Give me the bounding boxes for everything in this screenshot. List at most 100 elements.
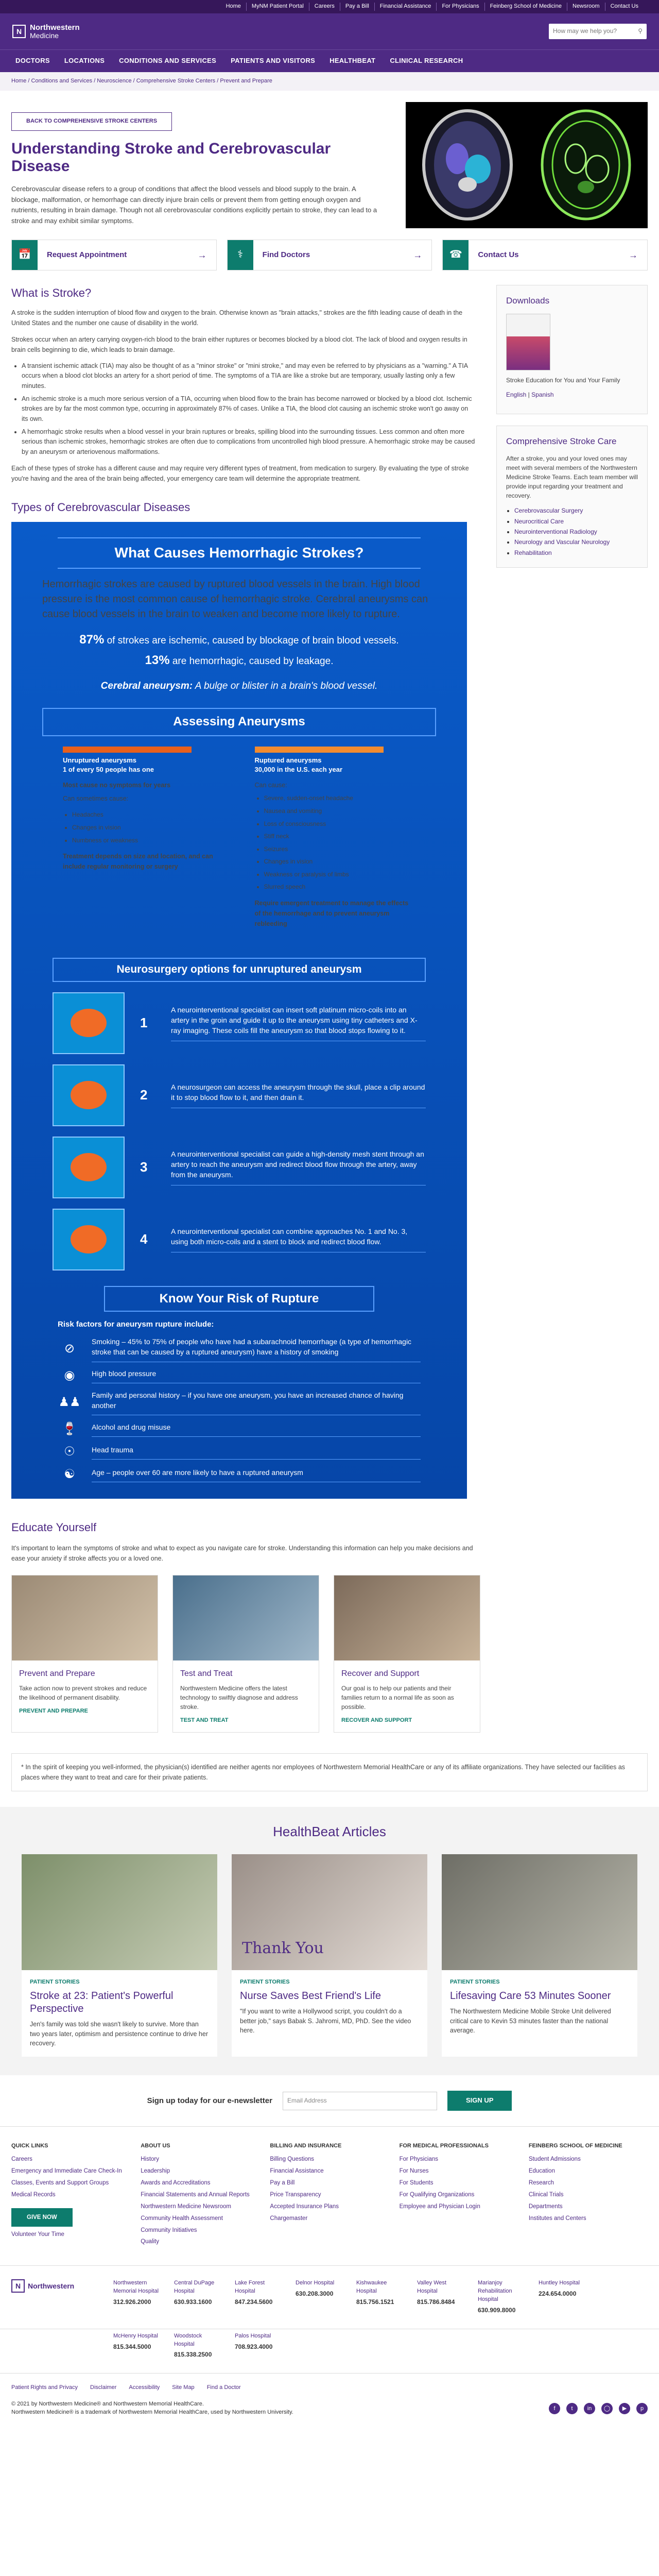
linkedin-icon[interactable]: in bbox=[584, 2402, 595, 2414]
twitter-icon[interactable]: t bbox=[566, 2402, 578, 2414]
search-icon[interactable]: ⚲ bbox=[638, 27, 643, 36]
footer-link[interactable]: Awards and Accreditations bbox=[141, 2179, 259, 2187]
footer-link[interactable]: Leadership bbox=[141, 2167, 259, 2175]
footer-link[interactable]: Research bbox=[529, 2179, 648, 2187]
utility-link[interactable]: Home bbox=[221, 3, 247, 11]
location[interactable]: Palos Hospital 708.923.4000 bbox=[235, 2332, 281, 2351]
footer-link[interactable]: For Qualifying Organizations bbox=[400, 2191, 518, 2199]
footer-link[interactable]: Community Health Assessment bbox=[141, 2215, 259, 2223]
instagram-icon[interactable]: ◯ bbox=[601, 2402, 613, 2414]
footer-link[interactable]: Clinical Trials bbox=[529, 2191, 648, 2199]
footer-link[interactable]: Price Transparency bbox=[270, 2191, 389, 2199]
educate-card[interactable]: Test and Treat Northwestern Medicine offe… bbox=[172, 1575, 319, 1733]
footer-heading: BILLING AND INSURANCE bbox=[270, 2142, 342, 2149]
utility-link[interactable]: Contact Us bbox=[605, 3, 644, 11]
signup-button[interactable]: SIGN UP bbox=[447, 2091, 512, 2111]
location[interactable]: Marianjoy Rehabilitation Hospital 630.909… bbox=[478, 2279, 524, 2315]
utility-link[interactable]: Careers bbox=[309, 3, 340, 11]
article-card[interactable]: PATIENT STORIES Lifesaving Care 53 Minute… bbox=[442, 1854, 637, 2057]
footer-link[interactable]: Employee and Physician Login bbox=[400, 2203, 518, 2211]
location[interactable]: Northwestern Memorial Hospital 312.926.20… bbox=[113, 2279, 160, 2307]
footer-link[interactable]: For Students bbox=[400, 2179, 518, 2187]
location[interactable]: Kishwaukee Hospital 815.756.1521 bbox=[356, 2279, 403, 2307]
card-link[interactable]: RECOVER AND SUPPORT bbox=[341, 1717, 473, 1725]
find-doctors-button[interactable]: ⚕ Find Doctors → bbox=[227, 239, 432, 270]
footer-link[interactable]: Student Admissions bbox=[529, 2156, 648, 2163]
footer-logo[interactable]: N Northwestern bbox=[11, 2279, 99, 2293]
footer-link[interactable]: Education bbox=[529, 2167, 648, 2175]
pinterest-icon[interactable]: p bbox=[636, 2402, 648, 2414]
footer-link[interactable]: Financial Statements and Annual Reports bbox=[141, 2191, 259, 2199]
request-appointment-button[interactable]: 📅 Request Appointment → bbox=[11, 239, 217, 270]
footer-link[interactable]: Pay a Bill bbox=[270, 2179, 389, 2187]
article-card[interactable]: PATIENT STORIES Stroke at 23: Patient's P… bbox=[22, 1854, 217, 2057]
facebook-icon[interactable]: f bbox=[549, 2402, 560, 2414]
sidebar-link[interactable]: Cerebrovascular Surgery bbox=[514, 507, 583, 514]
search-input[interactable]: How may we help you? ⚲ bbox=[549, 24, 647, 39]
sidebar-link[interactable]: Neurointerventional Radiology bbox=[514, 528, 597, 535]
footer-link[interactable]: Quality bbox=[141, 2238, 259, 2246]
article-card[interactable]: Thank You PATIENT STORIES Nurse Saves Bes… bbox=[232, 1854, 427, 2057]
footer-link[interactable]: Accepted Insurance Plans bbox=[270, 2203, 389, 2211]
sidebar-link[interactable]: Rehabilitation bbox=[514, 549, 552, 556]
footer-link[interactable]: Northwestern Medicine Newsroom bbox=[141, 2203, 259, 2211]
back-button[interactable]: BACK TO COMPREHENSIVE STROKE CENTERS bbox=[11, 112, 172, 131]
bottom-link[interactable]: Site Map bbox=[172, 2384, 194, 2392]
contact-us-button[interactable]: ☎ Contact Us → bbox=[442, 239, 648, 270]
footer-link[interactable]: History bbox=[141, 2156, 259, 2163]
location[interactable]: Valley West Hospital 815.786.8484 bbox=[417, 2279, 463, 2307]
location[interactable]: Woodstock Hospital 815.338.2500 bbox=[174, 2332, 220, 2360]
card-link[interactable]: PREVENT AND PREPARE bbox=[19, 1707, 150, 1716]
disclaimer: * In the spirit of keeping you well-info… bbox=[11, 1753, 648, 1792]
utility-link[interactable]: Feinberg School of Medicine bbox=[485, 3, 567, 11]
nav-item-research[interactable]: CLINICAL RESEARCH bbox=[383, 56, 470, 66]
educate-card[interactable]: Prevent and Prepare Take action now to pr… bbox=[11, 1575, 158, 1733]
utility-link[interactable]: Pay a Bill bbox=[340, 3, 375, 11]
footer-link[interactable]: Careers bbox=[11, 2156, 130, 2163]
footer-link[interactable]: Departments bbox=[529, 2203, 648, 2211]
bottom-link[interactable]: Patient Rights and Privacy bbox=[11, 2384, 78, 2392]
nav-item-conditions[interactable]: CONDITIONS AND SERVICES bbox=[112, 56, 223, 66]
location[interactable]: Huntley Hospital 224.654.0000 bbox=[539, 2279, 585, 2298]
footer-link[interactable]: Medical Records bbox=[11, 2191, 130, 2199]
volunteer-link[interactable]: Volunteer Your Time bbox=[11, 2231, 130, 2239]
utility-link[interactable]: MyNM Patient Portal bbox=[247, 3, 309, 11]
youtube-icon[interactable]: ▶ bbox=[619, 2402, 630, 2414]
card-link[interactable]: TEST AND TREAT bbox=[180, 1717, 311, 1725]
footer-link[interactable]: For Physicians bbox=[400, 2156, 518, 2163]
give-now-button[interactable]: GIVE NOW bbox=[11, 2208, 73, 2227]
footer-link[interactable]: Classes, Events and Support Groups bbox=[11, 2179, 130, 2187]
footer-link[interactable]: Institutes and Centers bbox=[529, 2215, 648, 2223]
educate-card[interactable]: Recover and Support Our goal is to help o… bbox=[334, 1575, 480, 1733]
sidebar-link[interactable]: Neurology and Vascular Neurology bbox=[514, 538, 610, 546]
utility-link[interactable]: Financial Assistance bbox=[375, 3, 437, 11]
utility-link[interactable]: Newsroom bbox=[567, 3, 605, 11]
location[interactable]: Central DuPage Hospital 630.933.1600 bbox=[174, 2279, 220, 2307]
bottom-link[interactable]: Accessibility bbox=[129, 2384, 160, 2392]
card-title: Test and Treat bbox=[180, 1669, 233, 1679]
nav-item-locations[interactable]: LOCATIONS bbox=[57, 56, 112, 66]
nav-item-healthbeat[interactable]: HEALTHBEAT bbox=[322, 56, 383, 66]
educate-text: It's important to learn the symptoms of … bbox=[11, 1545, 473, 1563]
footer-link[interactable]: For Nurses bbox=[400, 2167, 518, 2175]
footer-link[interactable]: Emergency and Immediate Care Check-In bbox=[11, 2167, 130, 2175]
bottom-link[interactable]: Disclaimer bbox=[90, 2384, 116, 2392]
utility-link[interactable]: For Physicians bbox=[437, 3, 485, 11]
brochure-thumbnail[interactable] bbox=[506, 313, 550, 370]
nav-item-patients[interactable]: PATIENTS AND VISITORS bbox=[223, 56, 322, 66]
footer-link[interactable]: Financial Assistance bbox=[270, 2167, 389, 2175]
logo[interactable]: N Northwestern Medicine bbox=[12, 23, 80, 39]
location[interactable]: Lake Forest Hospital 847.234.5600 bbox=[235, 2279, 281, 2307]
nav-item-doctors[interactable]: DOCTORS bbox=[8, 56, 57, 66]
sidebar-link[interactable]: Neurocritical Care bbox=[514, 518, 564, 525]
footer-link[interactable]: Chargemaster bbox=[270, 2215, 389, 2223]
footer-link[interactable]: Billing Questions bbox=[270, 2156, 389, 2163]
footer-link[interactable]: Community Initiatives bbox=[141, 2227, 259, 2234]
email-field[interactable]: Email Address bbox=[282, 2091, 437, 2110]
bottom-link[interactable]: Find a Doctor bbox=[207, 2384, 241, 2392]
location[interactable]: Delnor Hospital 630.208.3000 bbox=[296, 2279, 342, 2298]
location[interactable]: McHenry Hospital 815.344.5000 bbox=[113, 2332, 160, 2351]
breadcrumb[interactable]: Home / Conditions and Services / Neurosc… bbox=[0, 72, 659, 91]
download-english-link[interactable]: English bbox=[506, 391, 526, 398]
download-spanish-link[interactable]: Spanish bbox=[531, 391, 553, 398]
